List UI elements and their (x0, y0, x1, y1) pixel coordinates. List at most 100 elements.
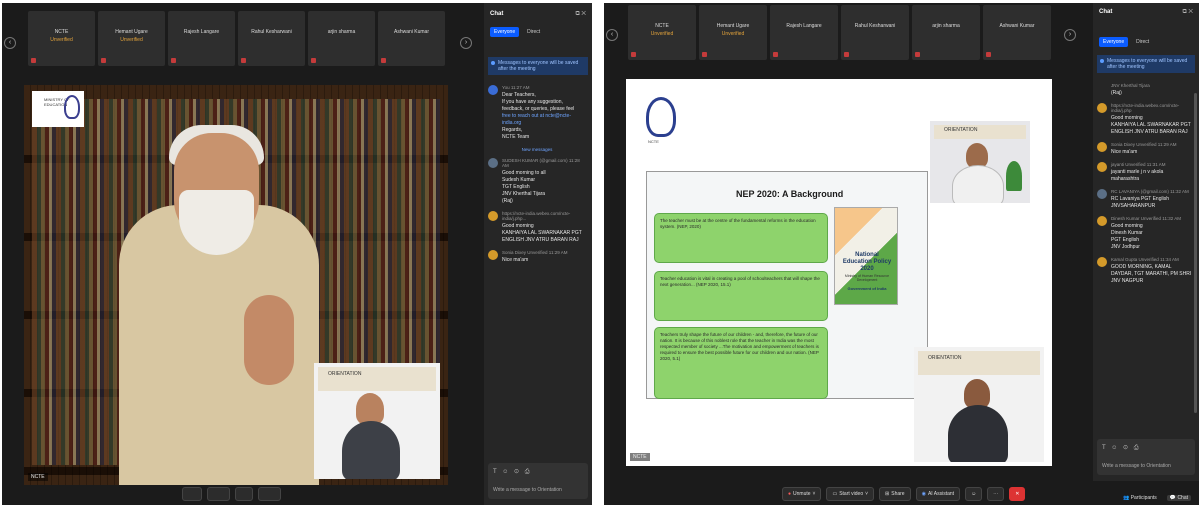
muted-mic-icon (311, 58, 316, 63)
toolbar-button[interactable] (182, 487, 203, 501)
participant-name: Ashwani Kumar (393, 29, 429, 35)
prev-participants-icon[interactable]: ‹ (606, 29, 618, 41)
chat-icon: 💬 (1169, 495, 1177, 501)
chat-popout-icon[interactable]: ⧉ ✕ (1182, 9, 1193, 16)
participant-tile[interactable]: Rahul Kesharwani (238, 11, 305, 66)
meeting-window-left: ‹ NCTE Unverified Hemant Ugare Unverified … (2, 3, 592, 505)
message-line: Regards, (502, 127, 523, 133)
share-button[interactable]: ⊞ Share (879, 487, 911, 501)
chat-input[interactable]: Write a message to Orientation (1102, 463, 1171, 469)
message-line: jayanti marle j n v akola (1111, 169, 1164, 175)
toolbar-button[interactable] (207, 487, 231, 501)
avatar (1097, 257, 1107, 267)
chat-message: SUDESH KUMAR (@gmail.com) 11:28 AM Good … (488, 158, 586, 205)
chat-notice: Messages to everyone will be saved after… (488, 57, 588, 75)
participant-tile[interactable]: arjin sharma (912, 5, 980, 60)
participants-label: Participants (1130, 495, 1157, 501)
reactions-button[interactable]: ☺ (965, 487, 983, 501)
chat-scrollbar[interactable] (1194, 93, 1197, 413)
prev-participants-icon[interactable]: ‹ (4, 37, 16, 49)
participant-tile[interactable]: NCTE Unverified (628, 5, 696, 60)
message-line: JNV Jodhpur (1111, 244, 1140, 250)
message-link[interactable]: free to reach out at ncte@ncte- (502, 113, 586, 120)
interpreter-body (342, 421, 400, 479)
chat-notice: Messages to everyone will be saved after… (1097, 55, 1195, 73)
muted-mic-icon (986, 52, 991, 57)
message-meta: JNV Kherthal Tijara (1111, 83, 1150, 88)
message-line: Good morning (1111, 223, 1143, 229)
active-speaker-video: MINISTRY OF EDUCATION ORIENTATION NCTE (24, 85, 448, 485)
chat-popout-icon[interactable]: ⧉ ✕ (575, 11, 586, 18)
message-meta: Sonia Dixey Unverified 11:29 AM (1111, 142, 1177, 147)
participant-name: Ashwani Kumar (999, 23, 1035, 29)
toolbar-button[interactable] (235, 487, 254, 501)
message-line: feedback, or queries, please feel (502, 106, 575, 112)
nep-book-cover: National Education Policy 2020 Ministry … (834, 207, 898, 305)
participants-button[interactable]: 👥 Participants (1123, 495, 1157, 501)
panel-toggles: 👥 Participants 💬 Chat (1123, 495, 1191, 501)
toolbar-button[interactable] (258, 487, 282, 501)
participant-tile[interactable]: Ashwani Kumar (378, 11, 445, 66)
leave-icon: ✕ (1015, 491, 1020, 497)
participant-tile[interactable]: Rajesh Langare (770, 5, 838, 60)
leave-button[interactable]: ✕ (1009, 487, 1026, 501)
participant-tile[interactable]: NCTE Unverified (28, 11, 95, 66)
message-line: JNV Kherthal Tijara (502, 191, 546, 197)
muted-mic-icon (171, 58, 176, 63)
chat-composer[interactable]: T ☺ ⊙ ⎙ Write a message to Orientation (488, 463, 588, 499)
chat-input[interactable]: Write a message to Orientation (493, 487, 562, 493)
ncte-logo-icon (646, 97, 676, 137)
message-meta: SUDESH KUMAR (@gmail.com) 11:28 AM (502, 158, 580, 168)
chat-messages: You 11:27 AM Dear Teachers, If you have … (488, 85, 586, 435)
message-line: RC Lavaniya PGT English (1111, 196, 1169, 202)
participant-tile[interactable]: arjin sharma (308, 11, 375, 66)
message-line: maharashtra (1111, 176, 1140, 182)
unmute-button[interactable]: ● Unmute ˅ (782, 487, 822, 501)
share-icon: ⊞ (885, 491, 890, 497)
next-participants-icon[interactable]: › (1064, 29, 1076, 41)
more-options-button[interactable]: ⋯ (987, 487, 1005, 501)
participant-strip: NCTE Unverified Hemant Ugare Unverified Ra… (28, 11, 445, 66)
message-meta: jayanti Unverified 11:31 AM (1111, 162, 1166, 167)
message-link[interactable]: india.org (502, 120, 586, 127)
participant-tile[interactable]: Rahul Kesharwani (841, 5, 909, 60)
participant-name: arjin sharma (327, 29, 356, 35)
composer-tools-icon[interactable]: T ☺ ⊙ ⎙ (1102, 444, 1141, 452)
chat-messages: JNV Kherthal Tijara (Raj) https://ncte-i… (1097, 83, 1193, 411)
new-messages-divider[interactable]: New messages (488, 147, 586, 152)
participant-tile[interactable]: Rajesh Langare (168, 11, 235, 66)
message-line: Good morning (1111, 115, 1143, 121)
start-video-button[interactable]: ▭ Start video ˅ (826, 487, 875, 501)
message-line: Dinesh Kumar (1111, 230, 1143, 236)
tab-direct[interactable]: Direct (1132, 37, 1153, 47)
shared-slide: NCTE NEP 2020: A Background The teacher … (626, 79, 1052, 466)
interpreter-video: ORIENTATION (914, 347, 1044, 462)
participant-strip: NCTE Unverified Hemant Ugare Unverified Ra… (628, 5, 1051, 60)
message-meta: Dinesh Kumar Unverified 11:32 AM (1111, 216, 1181, 221)
participant-tile[interactable]: Hemant Ugare Unverified (98, 11, 165, 66)
ai-assistant-button[interactable]: ◉ AI Assistant (915, 487, 961, 501)
muted-mic-icon (702, 52, 707, 57)
participant-tile[interactable]: Ashwani Kumar (983, 5, 1051, 60)
chat-message: Sonia Dixey Unverified 11:29 AM Nice ma'… (488, 250, 586, 264)
chat-composer[interactable]: T ☺ ⊙ ⎙ Write a message to Orientation (1097, 439, 1195, 475)
message-line: If you have any suggestion, (502, 99, 563, 105)
meeting-toolbar (182, 487, 282, 501)
message-meta: Sonia Dixey Unverified 11:29 AM (502, 250, 568, 255)
participant-tile[interactable]: Hemant Ugare Unverified (699, 5, 767, 60)
logo-text: NCTE (648, 139, 659, 144)
tab-everyone[interactable]: Everyone (490, 27, 520, 37)
presenter-video: ORIENTATION (930, 121, 1030, 203)
composer-tools-icon[interactable]: T ☺ ⊙ ⎙ (493, 468, 532, 476)
chat-button[interactable]: 💬 Chat (1166, 495, 1191, 501)
muted-mic-icon (101, 58, 106, 63)
mic-off-icon: ● (788, 491, 792, 497)
avatar (1097, 216, 1107, 226)
next-participants-icon[interactable]: › (460, 37, 472, 49)
participant-name: Rajesh Langare (183, 29, 220, 35)
speaker-hand (244, 295, 294, 385)
ai-assistant-icon: ◉ (921, 491, 926, 497)
tab-everyone[interactable]: Everyone (1099, 37, 1129, 47)
message-meta: RC LAVANIYA (@gmail.com) 11:32 AM (1111, 189, 1189, 194)
tab-direct[interactable]: Direct (523, 27, 544, 37)
